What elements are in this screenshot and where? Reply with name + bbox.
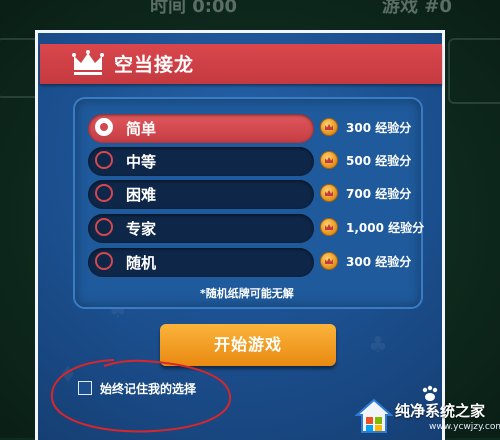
crown-coin-icon	[320, 151, 338, 169]
radio-icon[interactable]	[95, 184, 113, 202]
watermark-title: 纯净系统之家	[395, 402, 486, 420]
radio-selected-icon[interactable]	[95, 118, 113, 136]
crown-coin-icon	[320, 252, 338, 270]
site-watermark: 纯净系统之家 www.ycwjzy.com	[355, 398, 500, 438]
difficulty-option-random[interactable]: 随机	[88, 248, 314, 277]
house-logo-icon	[355, 398, 393, 433]
difficulty-option-expert[interactable]: 专家	[88, 214, 314, 243]
crown-coin-icon	[320, 218, 338, 236]
option-label: 困难	[126, 186, 157, 204]
watermark-url: www.ycwjzy.com	[429, 422, 500, 432]
option-label: 随机	[126, 254, 157, 272]
difficulty-option-medium[interactable]: 中等	[88, 147, 314, 176]
radio-icon[interactable]	[95, 218, 113, 236]
random-note: *随机纸牌可能无解	[200, 287, 294, 300]
crown-coin-icon	[320, 118, 338, 136]
crown-coin-icon	[320, 184, 338, 202]
card-slot	[448, 38, 500, 104]
game-number-label: 游戏 #0	[382, 0, 452, 17]
card-slot	[0, 38, 40, 98]
radio-icon[interactable]	[95, 252, 113, 270]
option-label: 中等	[126, 153, 157, 171]
option-label: 专家	[126, 220, 157, 238]
difficulty-option-hard[interactable]: 困难	[88, 180, 314, 209]
timer-label: 时间 0:00	[150, 0, 238, 17]
option-label: 简单	[126, 120, 157, 138]
difficulty-option-easy[interactable]: 简单	[88, 114, 314, 143]
radio-icon[interactable]	[95, 151, 113, 169]
dialog-title: 空当接龙	[114, 54, 195, 76]
crown-icon	[72, 50, 104, 75]
annotation-circle	[50, 359, 232, 433]
status-bar: 时间 0:00 游戏 #0	[0, 0, 500, 17]
